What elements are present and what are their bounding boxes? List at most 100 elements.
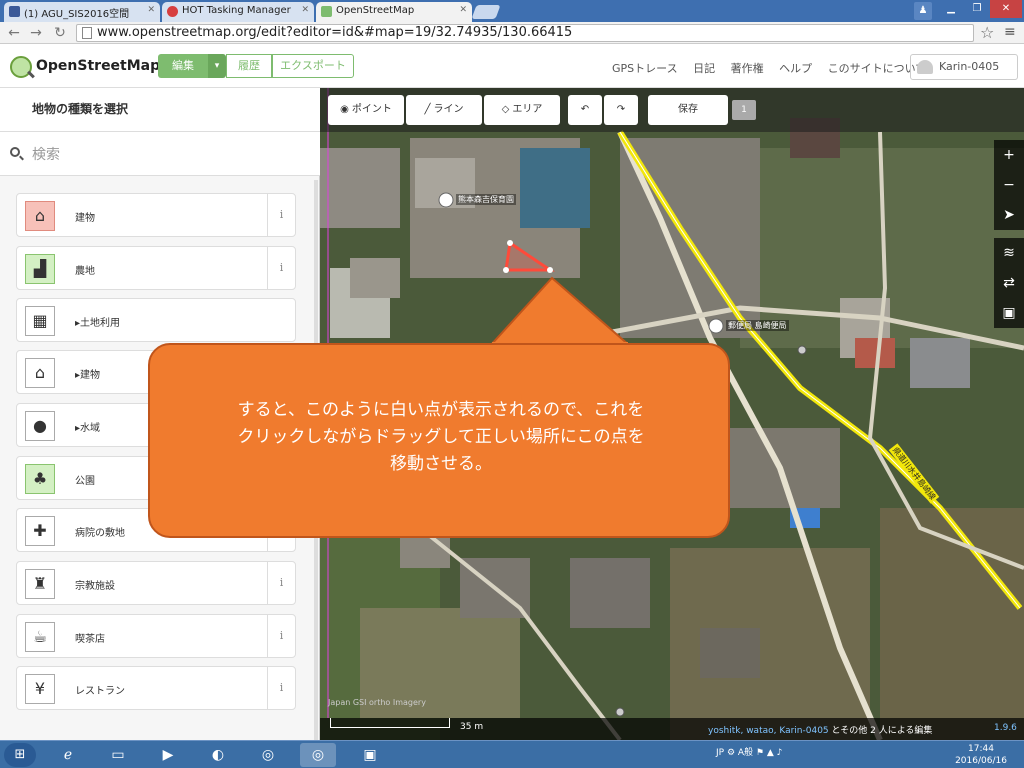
profile-icon[interactable]: ♟ xyxy=(914,2,932,20)
ime-icon[interactable]: ⚙ A般 ⚑ ▲ ♪ xyxy=(727,748,782,758)
preset-info-button[interactable]: i xyxy=(267,562,295,604)
help-panel-icon: ▣ xyxy=(1002,305,1016,321)
imagery-attribution[interactable]: Japan GSI ortho Imagery xyxy=(328,698,426,707)
tab-hot-tasking[interactable]: HOT Tasking Manager ✕ xyxy=(162,2,314,22)
building-icon: ⌂ xyxy=(25,201,55,231)
preset-info-button[interactable]: i xyxy=(267,615,295,657)
poi-label-nursery[interactable]: 熊本森吉保育園 xyxy=(456,194,516,205)
system-tray: JP ⚙ A般 ⚑ ▲ ♪ xyxy=(716,745,782,758)
callout-text: すると、このように白い点が表示されるので、これを クリックしながらドラッグして正… xyxy=(150,397,732,478)
explorer-icon[interactable]: ▭ xyxy=(100,743,136,767)
start-button[interactable]: ⊞ xyxy=(4,743,36,767)
nav-help[interactable]: ヘルプ xyxy=(779,62,812,75)
add-area-button[interactable]: ◇ エリア xyxy=(484,95,560,125)
new-tab-button[interactable] xyxy=(471,5,501,19)
sidebar-title: 地物の種類を選択 xyxy=(0,88,320,132)
background-layers-button[interactable]: ≋ xyxy=(994,238,1024,268)
nav-links: GPSトレース 日記 著作権 ヘルプ このサイトについて xyxy=(612,60,938,76)
preset-label: 宗教施設 xyxy=(75,581,115,592)
language-indicator[interactable]: JP xyxy=(716,748,724,758)
minimize-button[interactable]: ▁ xyxy=(938,0,964,18)
nav-copyright[interactable]: 著作権 xyxy=(731,62,764,75)
add-line-button[interactable]: ╱ ライン xyxy=(406,95,482,125)
callout-line-3: 移動させる。 xyxy=(390,454,492,474)
close-icon[interactable]: ✕ xyxy=(301,5,309,15)
preset-item[interactable]: ♜ 宗教施設 i xyxy=(16,561,296,605)
point-icon: ◉ xyxy=(340,104,349,115)
add-point-button[interactable]: ◉ ポイント xyxy=(328,95,404,125)
preset-label: 喫茶店 xyxy=(75,634,105,645)
media-player-icon[interactable]: ▶ xyxy=(150,743,186,767)
map-data-button[interactable]: ⇄ xyxy=(994,268,1024,298)
maximize-button[interactable]: ❐ xyxy=(964,0,990,18)
url-input[interactable]: www.openstreetmap.org/edit?editor=id&#ma… xyxy=(76,24,974,42)
preset-item[interactable]: ☕ 喫茶店 i xyxy=(16,614,296,658)
cafe-icon: ☕ xyxy=(25,622,55,652)
preset-glyph: ▟ xyxy=(33,259,47,278)
search-placeholder: 検索 xyxy=(32,147,60,163)
preset-glyph: ♜ xyxy=(32,574,48,593)
preset-search-input[interactable]: 検索 xyxy=(0,132,320,176)
nav-diary[interactable]: 日記 xyxy=(693,62,715,75)
callout-pointer xyxy=(487,276,633,348)
clock-time: 17:44 xyxy=(968,744,994,754)
firefox-icon[interactable]: ◐ xyxy=(200,743,236,767)
preset-item[interactable]: ⌂ 建物 i xyxy=(16,193,296,237)
geolocate-button[interactable]: ➤ xyxy=(994,200,1024,230)
history-button[interactable]: 履歴 xyxy=(226,54,272,78)
save-button[interactable]: 保存 xyxy=(648,95,728,125)
close-window-button[interactable]: ✕ xyxy=(990,0,1022,18)
chrome-active-icon[interactable]: ◎ xyxy=(300,743,336,767)
preset-info-button[interactable]: i xyxy=(267,194,295,236)
preset-info-button[interactable]: i xyxy=(267,247,295,289)
callout-line-2: クリックしながらドラッグして正しい場所にこの点を xyxy=(237,427,645,447)
close-icon[interactable]: ✕ xyxy=(147,5,155,15)
farm-icon: ▟ xyxy=(25,254,55,284)
clock[interactable]: 17:44 2016/06/16 xyxy=(946,743,1016,767)
forward-icon[interactable]: → xyxy=(28,24,44,42)
help-panel-button[interactable]: ▣ xyxy=(994,298,1024,328)
redo-icon: ↷ xyxy=(616,104,626,115)
redo-button[interactable]: ↷ xyxy=(604,95,638,125)
powerpoint-icon[interactable]: ▣ xyxy=(352,743,388,767)
search-icon xyxy=(10,147,20,157)
scale-bar[interactable] xyxy=(330,718,450,728)
preset-label: レストラン xyxy=(75,686,125,697)
preset-label: 病院の敷地 xyxy=(75,528,125,539)
preset-info-button[interactable]: i xyxy=(267,667,295,709)
edit-button[interactable]: 編集 xyxy=(158,54,208,78)
preset-label: 農地 xyxy=(75,266,95,277)
preset-item[interactable]: ▟ 農地 i xyxy=(16,246,296,290)
export-button[interactable]: エクスポート xyxy=(272,54,354,78)
user-menu[interactable]: Karin-0405 xyxy=(910,54,1018,80)
area-icon: ◇ xyxy=(501,104,510,115)
page-icon xyxy=(82,27,92,39)
preset-glyph: ¥ xyxy=(34,679,46,698)
version-link[interactable]: 1.9.6 xyxy=(994,723,1017,733)
internet-explorer-icon[interactable]: ℯ xyxy=(50,743,86,767)
close-icon[interactable]: ✕ xyxy=(459,5,467,15)
preset-item[interactable]: ▦ ▸土地利用 xyxy=(16,298,296,342)
zoom-in-button[interactable]: + xyxy=(994,140,1024,170)
clock-date: 2016/06/16 xyxy=(955,756,1007,766)
landuse-icon: ▦ xyxy=(25,306,55,336)
osm-logo-text[interactable]: OpenStreetMap xyxy=(36,58,160,74)
edit-dropdown-button[interactable]: ▾ xyxy=(208,54,226,78)
contributors: yoshitk, watao, Karin-0405 とその他 2 人による編集 xyxy=(708,723,932,736)
menu-icon[interactable]: ≡ xyxy=(1004,25,1016,39)
poi-label-post-office[interactable]: 郵便局 島崎便局 xyxy=(726,320,789,331)
tab-openstreetmap[interactable]: OpenStreetMap ✕ xyxy=(316,2,472,22)
osm-logo-icon[interactable] xyxy=(10,56,32,78)
bookmark-star-icon[interactable]: ☆ xyxy=(980,23,994,42)
chrome-icon[interactable]: ◎ xyxy=(250,743,286,767)
zoom-out-button[interactable]: − xyxy=(994,170,1024,200)
reload-icon[interactable]: ↻ xyxy=(52,24,68,42)
nav-gps-traces[interactable]: GPSトレース xyxy=(612,62,678,75)
preset-item[interactable]: ¥ レストラン i xyxy=(16,666,296,710)
contributor-users[interactable]: yoshitk, watao, Karin-0405 xyxy=(708,726,829,736)
tab-agu-sis[interactable]: (1) AGU_SIS2016空間 ✕ xyxy=(4,2,160,22)
undo-button[interactable]: ↶ xyxy=(568,95,602,125)
tab-title: HOT Tasking Manager xyxy=(182,5,291,16)
layers-icon: ≋ xyxy=(1003,245,1015,261)
back-icon[interactable]: ← xyxy=(6,24,22,42)
